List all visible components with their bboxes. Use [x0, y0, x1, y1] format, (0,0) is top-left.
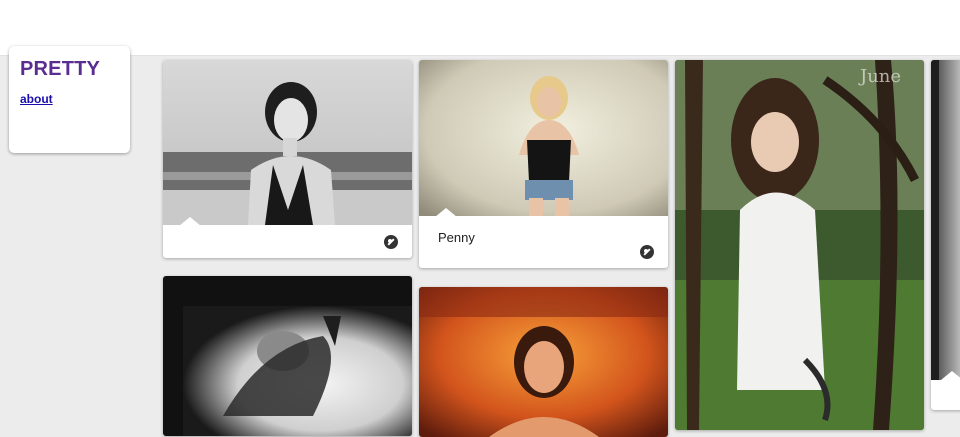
pin-photo[interactable]: June: [675, 60, 924, 430]
pin-card-partial[interactable]: [931, 60, 960, 410]
pin-card-beach[interactable]: [163, 60, 412, 258]
caption-pointer: [941, 371, 960, 380]
pin-photo[interactable]: [419, 60, 668, 216]
wrench-icon[interactable]: [640, 245, 654, 259]
pin-photo[interactable]: [419, 287, 668, 437]
caption-pointer: [179, 217, 201, 226]
wrench-icon[interactable]: [384, 235, 398, 249]
pin-card-penny[interactable]: Penny: [419, 60, 668, 268]
pin-card-orange[interactable]: [419, 287, 668, 437]
about-link[interactable]: about: [20, 92, 53, 106]
pin-card-forest[interactable]: June: [675, 60, 924, 430]
pin-caption: Penny: [438, 230, 475, 245]
sidebar-card: PRETTY about: [9, 46, 130, 153]
pin-photo[interactable]: [163, 276, 412, 436]
pin-photo[interactable]: [163, 60, 412, 225]
svg-text:June: June: [858, 66, 901, 87]
pin-photo[interactable]: [931, 60, 960, 380]
pin-card-bw[interactable]: [163, 276, 412, 436]
site-title[interactable]: PRETTY: [20, 58, 100, 81]
caption-pointer: [435, 208, 457, 217]
top-bar: [0, 0, 960, 56]
